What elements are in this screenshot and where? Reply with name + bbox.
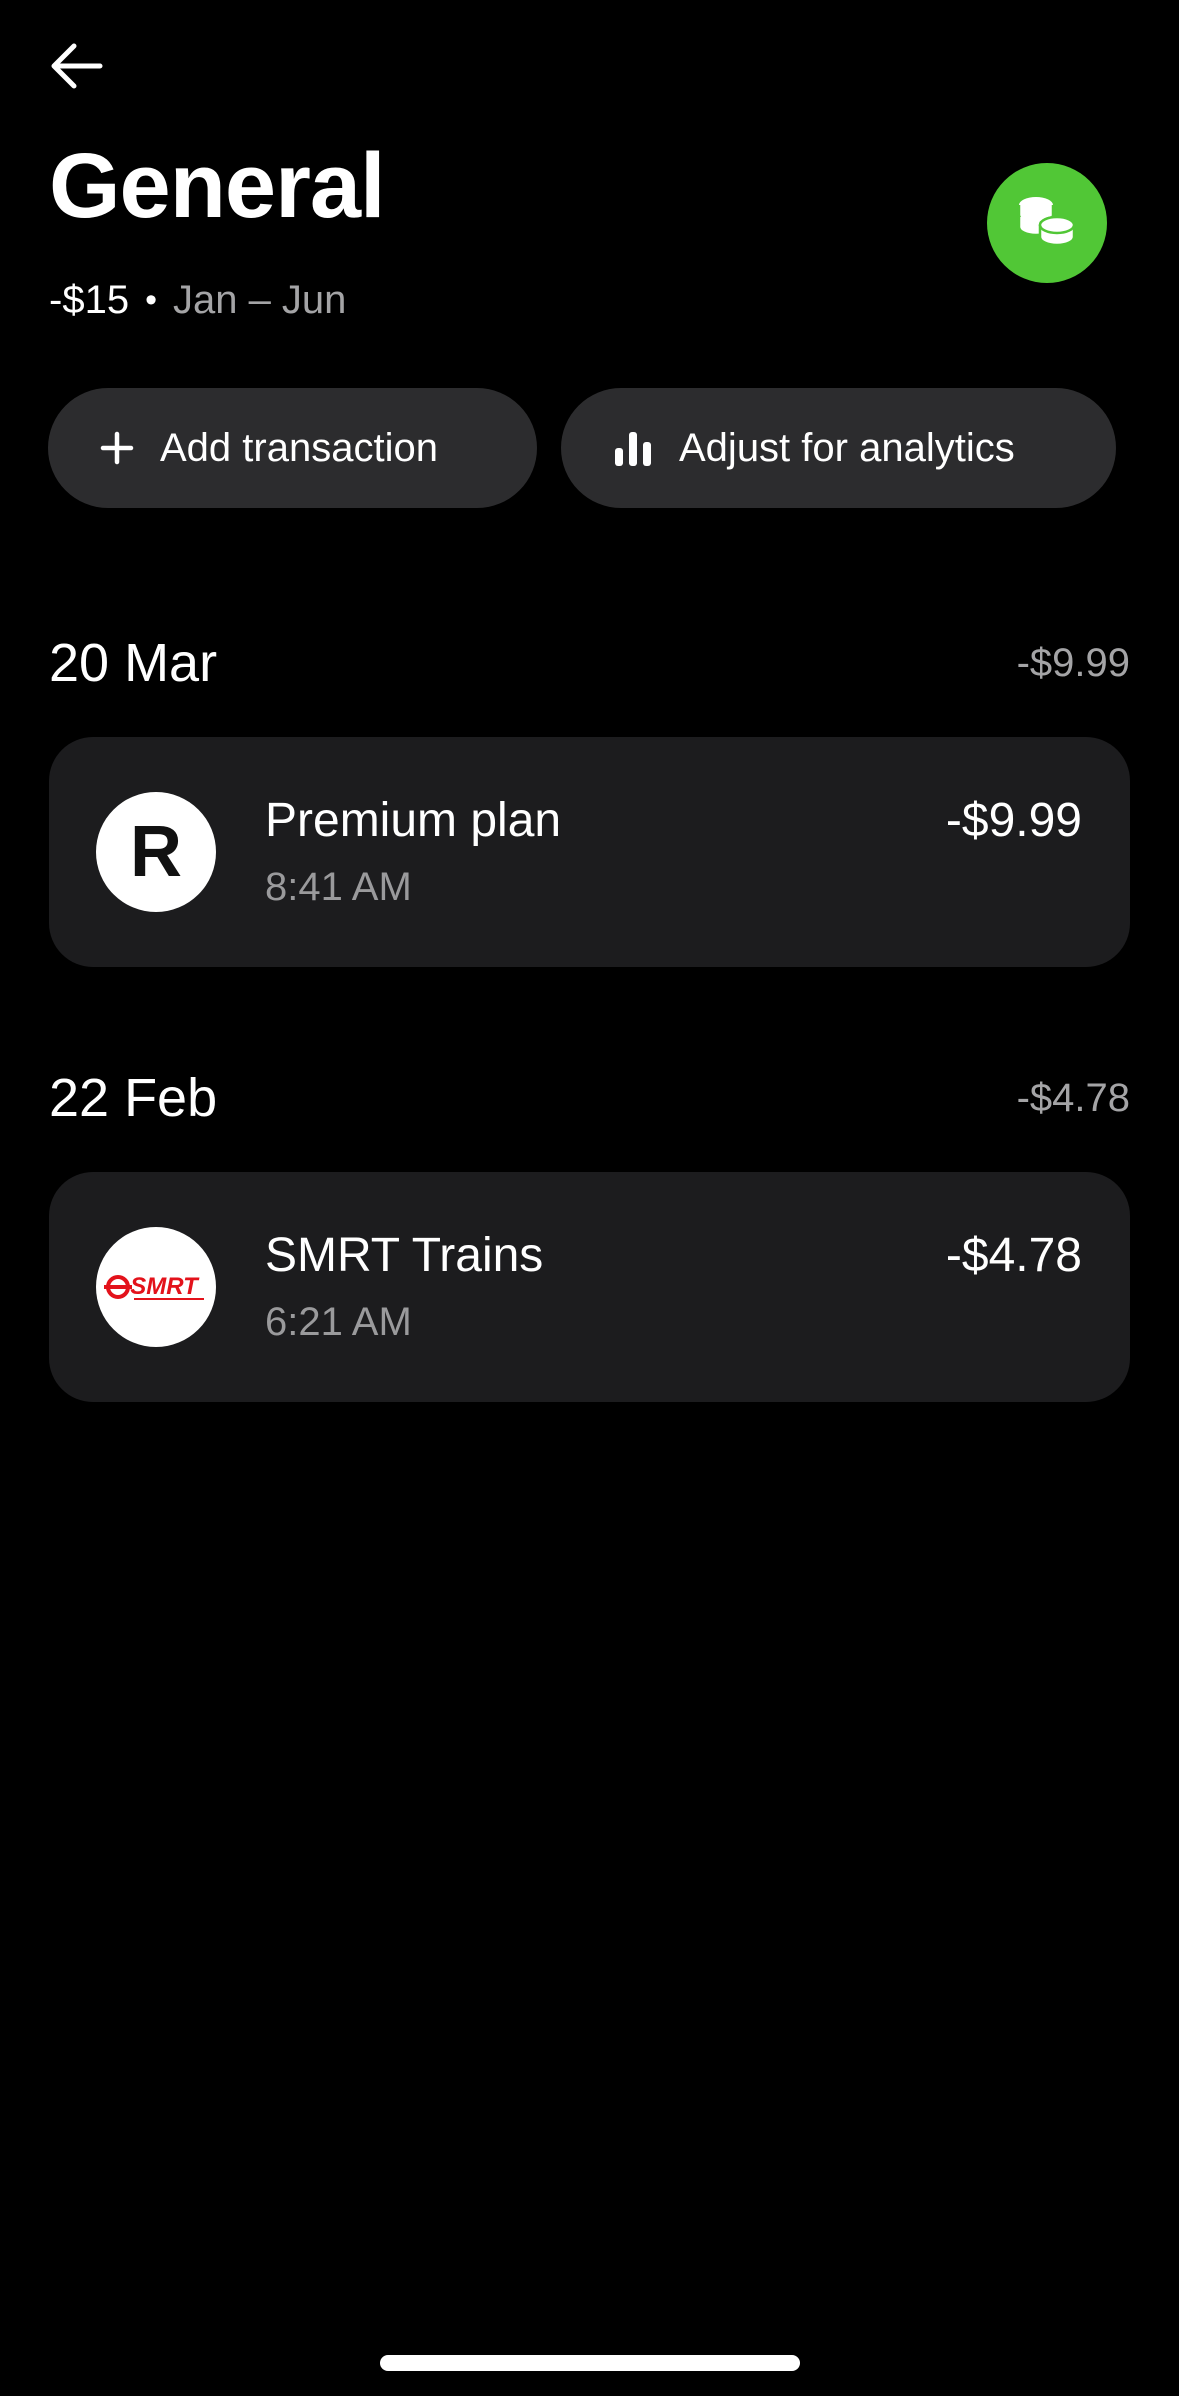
period-total: -$15 [49,278,130,322]
date-group-header: 20 Mar -$9.99 [49,632,1130,694]
arrow-left-icon [51,43,103,89]
transaction-name: Premium plan [265,794,562,847]
plus-icon [100,431,134,465]
back-button[interactable] [40,36,112,96]
page-title: General [49,135,386,237]
add-transaction-label: Add transaction [160,425,438,470]
period-summary: -$15 • Jan – Jun [49,280,346,320]
transaction-row[interactable]: SMRT SMRT Trains 6:21 AM -$4.78 [49,1172,1130,1402]
revolut-logo: R [96,792,216,912]
group-date: 22 Feb [49,1068,218,1128]
transaction-time: 8:41 AM [265,865,412,909]
coins-icon [1017,197,1076,247]
transaction-time: 6:21 AM [265,1300,412,1344]
separator-dot: • [145,281,157,319]
category-badge[interactable] [987,163,1107,283]
home-indicator[interactable] [380,2355,800,2371]
adjust-analytics-button[interactable]: Adjust for analytics [561,388,1116,508]
smrt-logo-text: SMRT [130,1273,200,1300]
transaction-amount: -$9.99 [945,794,1082,847]
transaction-amount: -$4.78 [945,1229,1082,1282]
group-total: -$9.99 [1016,640,1130,685]
smrt-logo: SMRT [96,1227,216,1347]
group-total: -$4.78 [1016,1075,1130,1120]
revolut-logo-text: R [130,812,182,892]
adjust-analytics-label: Adjust for analytics [679,425,1015,470]
group-date: 20 Mar [49,633,218,693]
transaction-row[interactable]: R Premium plan 8:41 AM -$9.99 [49,737,1130,967]
period-range: Jan – Jun [172,278,347,322]
add-transaction-button[interactable]: Add transaction [48,388,537,508]
date-group-header: 22 Feb -$4.78 [49,1067,1130,1129]
transaction-name: SMRT Trains [265,1229,544,1282]
bar-chart-icon [615,432,651,466]
